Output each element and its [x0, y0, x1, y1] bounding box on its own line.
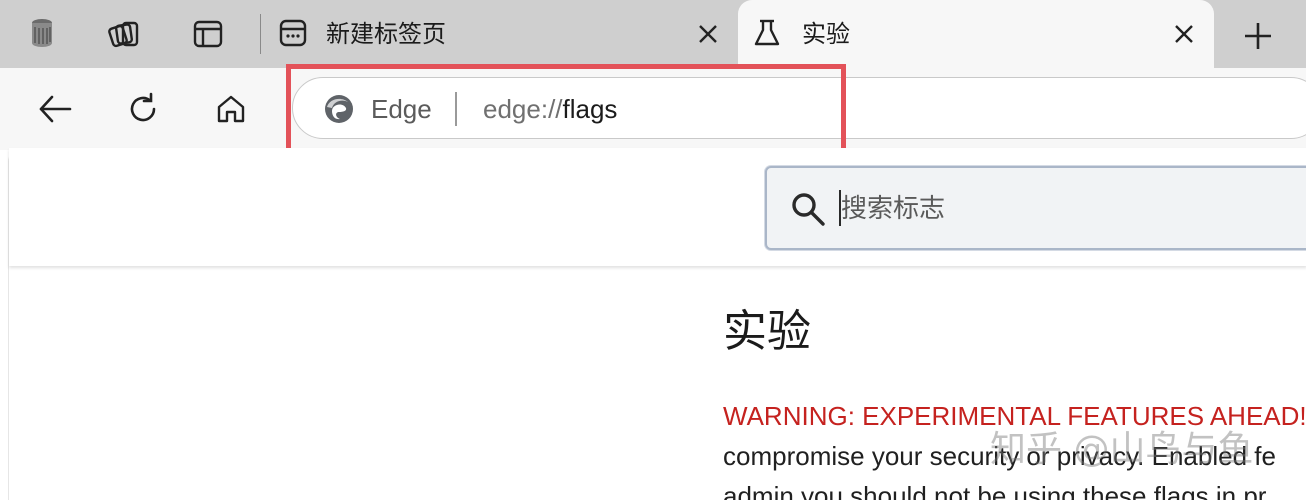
search-icon [792, 193, 825, 226]
new-tab-button[interactable] [1236, 14, 1280, 58]
workspaces-icon [108, 21, 139, 48]
home-icon [217, 95, 245, 123]
vertical-tabs-icon [193, 20, 223, 48]
site-identity-chip[interactable]: Edge [371, 93, 432, 125]
tab-strip: 新建标签页 实验 [0, 0, 1306, 68]
warning-line-3: admin you should not be using these flag… [723, 481, 1267, 500]
search-flags-input[interactable] [841, 190, 1301, 228]
home-button[interactable] [208, 86, 254, 132]
url-scheme: edge:// [483, 94, 563, 124]
page-title: 实验 [723, 306, 811, 357]
refresh-button[interactable] [120, 86, 166, 132]
profile-button[interactable] [22, 14, 62, 54]
url-host: flags [562, 94, 618, 124]
tabstrip-separator [260, 14, 261, 54]
address-bar[interactable]: Edge edge://flags [292, 77, 1306, 139]
profile-icon [32, 19, 52, 47]
warning-text: WARNING: EXPERIMENTAL FEATURES AHEAD! B … [723, 396, 1306, 500]
warning-heading: WARNING: EXPERIMENTAL FEATURES AHEAD! [723, 401, 1306, 431]
close-icon [699, 25, 717, 43]
flags-header [9, 148, 1306, 266]
chip-separator [455, 92, 457, 126]
flags-search-box[interactable] [765, 166, 1306, 250]
tab-close-button[interactable] [694, 20, 722, 48]
flask-icon [752, 18, 782, 48]
back-button[interactable] [32, 86, 78, 132]
back-arrow-icon [39, 95, 72, 123]
refresh-icon [130, 92, 156, 122]
plus-icon [1245, 23, 1271, 49]
tab-title: 实验 [802, 20, 850, 48]
tab-experiments[interactable]: 实验 [738, 0, 1214, 68]
tab-new-tab[interactable]: 新建标签页 [268, 0, 732, 68]
tab-close-button[interactable] [1170, 20, 1198, 48]
vertical-tabs-button[interactable] [188, 14, 228, 54]
warning-line-2: compromise your security or privacy. Ena… [723, 441, 1276, 471]
url-text[interactable]: edge://flags [483, 93, 617, 125]
toolbar: Edge edge://flags [0, 68, 1306, 150]
warning-line-1: WARNING: EXPERIMENTAL FEATURES AHEAD! B [723, 396, 1306, 436]
edge-logo-icon [325, 95, 353, 123]
workspaces-button[interactable] [104, 14, 144, 54]
tab-title: 新建标签页 [326, 20, 446, 48]
flags-page: 实验 WARNING: EXPERIMENTAL FEATURES AHEAD!… [8, 148, 1306, 500]
close-icon [1175, 25, 1193, 43]
newtab-page-icon [278, 18, 308, 48]
